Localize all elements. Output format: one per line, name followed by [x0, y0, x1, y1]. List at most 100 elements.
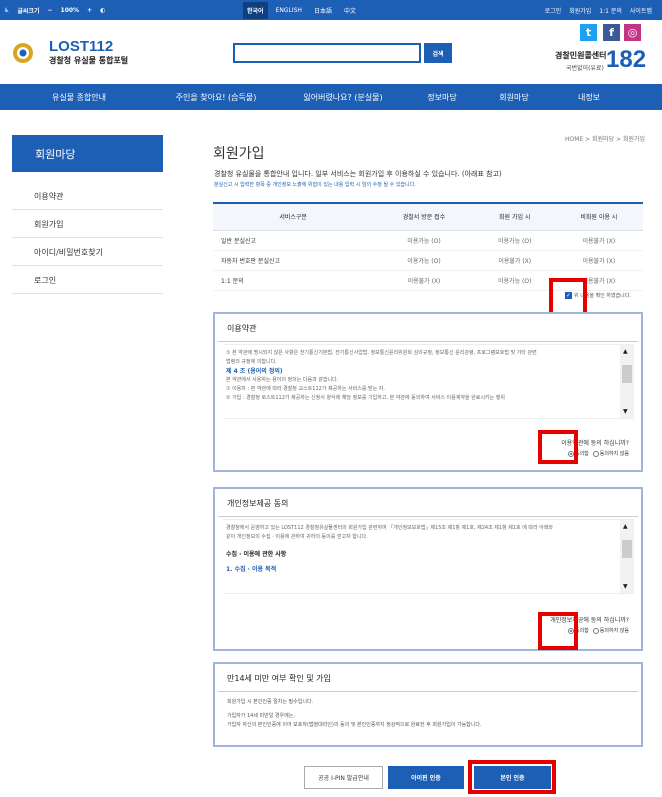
zoom-value: 100% [60, 6, 80, 14]
sidebar-title: 회원마당 [12, 135, 163, 172]
ipin-guide-button[interactable]: 공공 I-PIN 발급안내 [304, 766, 383, 789]
table-cell: 이용가능 (O) [474, 270, 555, 291]
terms-text: 본 약관에서 사용하는 용어의 정의는 다음과 같습니다. [226, 377, 339, 383]
terms-text: ② 가입 : 경찰청 로스트112가 제공하는 신청서 양식에 해당 정보를 기… [226, 395, 505, 401]
signup-link[interactable]: 회원가입 [569, 6, 591, 15]
lang-japanese[interactable]: 日本語 [310, 2, 336, 19]
nav-lost-items[interactable]: 잃어버렸나요? (분실물) [274, 92, 412, 103]
table-cell: 이용불가 (X) [373, 270, 475, 291]
scroll-thumb[interactable] [622, 365, 632, 383]
sidebar-item-signup[interactable]: 회원가입 [12, 211, 163, 238]
scroll-thumb[interactable] [622, 540, 632, 558]
terms-text: ① 본 약관에 명시되지 않은 사항은 전기통신기본법, 전기통신사업법, 정보… [226, 350, 537, 356]
instagram-icon[interactable]: ◎ [624, 24, 641, 41]
top-utility-bar: ♿ 글씨크기 − 100% + ◐ 한국어 ENGLISH 日本語 中文 로그인… [0, 0, 662, 20]
intro-note: 분실신고 시 입력한 항목 중 개인정보 노출에 위험이 있는 내용 입력 시 … [214, 182, 416, 188]
nav-found-items[interactable]: 주인을 찾아요! (습득물) [158, 92, 274, 103]
privacy-subheading: 1. 수집 · 이용 목적 [226, 566, 277, 573]
sidebar-item-login[interactable]: 로그인 [12, 267, 163, 294]
highlight-box [538, 430, 578, 464]
terms-text: 법령의 규정에 의합니다. [226, 359, 277, 365]
terms-scrollbox[interactable]: ① 본 약관에 명시되지 않은 사항은 전기통신기본법, 전기통신사업법, 정보… [223, 344, 634, 419]
privacy-title: 개인정보제공 동의 [218, 489, 638, 517]
nav-myinfo[interactable]: 내정보 [556, 92, 622, 103]
callcenter-number: 182 [606, 46, 647, 73]
table-cell: 이용불가 (X) [554, 230, 643, 251]
privacy-disagree-label: 동의하지 않음 [599, 628, 629, 634]
language-selector: 한국어 ENGLISH 日本語 中文 [243, 0, 360, 20]
ipin-auth-button[interactable]: 아이핀 인증 [388, 766, 464, 789]
table-cell: 이용가능 (O) [373, 230, 475, 251]
callcenter-subtitle: 국번없이(유료) [566, 65, 604, 72]
age-text: 가입자 자신의 본인인증에 이어 보호자(법정대리인)의 동의 및 본인인증까지… [227, 722, 482, 728]
table-cell: 이용불가 (X) [474, 250, 555, 271]
table-cell: 이용가능 (O) [474, 230, 555, 251]
table-cell: 일반 분실신고 [213, 230, 374, 251]
terms-scrollbar[interactable]: ▲ ▼ [620, 345, 634, 418]
table-header: 회원 가입 시 [474, 203, 555, 231]
zoom-in-button[interactable]: + [87, 7, 92, 14]
facebook-icon[interactable]: f [603, 24, 620, 41]
breadcrumb: HOME > 회원마당 > 회원가입 [565, 136, 646, 143]
privacy-scrollbar[interactable]: ▲ ▼ [620, 520, 634, 593]
privacy-text: 경찰청에서 운영하고 있는 LOST112 경찰청유실물센터의 회원가입 관련하… [226, 525, 553, 531]
table-cell: 이용불가 (X) [554, 250, 643, 271]
top-links: 로그인 회원가입 1:1 문의 사이트맵 [545, 0, 652, 20]
privacy-panel: 개인정보제공 동의 경찰청에서 운영하고 있는 LOST112 경찰청유실물센터… [213, 487, 643, 651]
privacy-text: 같이 개인정보의 수집 · 이용에 관하여 귀하의 동의를 얻고자 합니다. [226, 534, 368, 540]
lang-korean[interactable]: 한국어 [243, 1, 268, 19]
page-title: 회원가입 [213, 146, 265, 162]
terms-text: ① 이용자 : 본 약관에 따라 경찰청 교스트112가 제공하는 서비스를 받… [226, 386, 385, 392]
login-link[interactable]: 로그인 [545, 6, 562, 15]
radio-empty-icon[interactable] [592, 627, 599, 634]
table-header: 경찰서 방문 접수 [373, 203, 475, 231]
terms-heading: 제 4 조 (용어의 정의) [226, 368, 283, 375]
table-header-row: 서비스구분 경찰서 방문 접수 회원 가입 시 비회원 이용 시 [213, 203, 643, 231]
table-header: 서비스구분 [213, 203, 374, 231]
terms-title: 이용약관 [218, 314, 638, 342]
inquiry-link[interactable]: 1:1 문의 [599, 6, 622, 15]
terms-panel: 이용약관 ① 본 약관에 명시되지 않은 사항은 전기통신기본법, 전기통신사업… [213, 312, 643, 472]
privacy-disagree-radio[interactable]: 동의하지 않음 [592, 627, 629, 634]
callcenter-name: 경찰민원콜센터 [555, 51, 607, 60]
twitter-icon[interactable]: t [580, 24, 597, 41]
zoom-out-button[interactable]: − [47, 7, 52, 14]
terms-disagree-label: 동의하지 않음 [599, 451, 629, 457]
table-header: 비회원 이용 시 [554, 203, 643, 231]
scroll-up-icon[interactable]: ▲ [623, 347, 628, 356]
logo-text[interactable]: LOST112 [49, 38, 113, 55]
scroll-down-icon[interactable]: ▼ [623, 407, 628, 416]
table-cell: 이용가능 (O) [373, 250, 475, 271]
nav-lost-guide[interactable]: 유실물 종합안내 [0, 92, 158, 103]
sidebar-item-terms[interactable]: 이용약관 [12, 183, 163, 210]
font-size-label: 글씨크기 [17, 7, 40, 15]
accessibility-icon: ♿ [4, 6, 10, 14]
radio-empty-icon[interactable] [592, 450, 599, 457]
privacy-heading: 수집 · 이용에 관한 사항 [226, 551, 287, 558]
terms-disagree-radio[interactable]: 동의하지 않음 [592, 450, 629, 457]
font-size-controls: ♿ 글씨크기 − 100% + ◐ [4, 0, 105, 20]
sidebar-item-find-account[interactable]: 아이디/비밀번호찾기 [12, 239, 163, 266]
scroll-up-icon[interactable]: ▲ [623, 522, 628, 531]
sitemap-link[interactable]: 사이트맵 [630, 6, 652, 15]
intro-text: 경찰청 유실물을 통합안내 입니다. 일부 서비스는 회원가입 후 이용하실 수… [214, 170, 502, 178]
contrast-icon[interactable]: ◐ [100, 7, 105, 14]
logo-subtitle: 경찰청 유실물 통합포털 [49, 56, 129, 65]
main-navigation: 유실물 종합안내 주인을 찾아요! (습득물) 잃어버렸나요? (분실물) 정보… [0, 84, 662, 110]
highlight-box [538, 612, 578, 650]
highlight-box [468, 760, 556, 794]
table-cell: 1:1 문의 [213, 270, 374, 291]
lang-chinese[interactable]: 中文 [340, 2, 360, 19]
age-text: 회원가입 시 본인인증 절차는 필수입니다. [227, 699, 314, 705]
search-input[interactable] [233, 43, 421, 63]
nav-member[interactable]: 회원마당 [472, 92, 556, 103]
age-text: 가입자가 14세 미만일 경우에는, [227, 713, 295, 719]
privacy-scrollbox[interactable]: 경찰청에서 운영하고 있는 LOST112 경찰청유실물센터의 회원가입 관련하… [223, 519, 634, 594]
police-emblem-icon[interactable] [12, 38, 52, 68]
scroll-down-icon[interactable]: ▼ [623, 582, 628, 591]
age-panel: 만14세 미만 여부 확인 및 가입 회원가입 시 본인인증 절차는 필수입니다… [213, 662, 643, 747]
search-button[interactable]: 검색 [424, 43, 452, 63]
table-row: 자동차 번호판 분실신고 이용가능 (O) 이용불가 (X) 이용불가 (X) [213, 250, 643, 271]
lang-english[interactable]: ENGLISH [272, 3, 306, 18]
nav-info[interactable]: 정보마당 [412, 92, 472, 103]
